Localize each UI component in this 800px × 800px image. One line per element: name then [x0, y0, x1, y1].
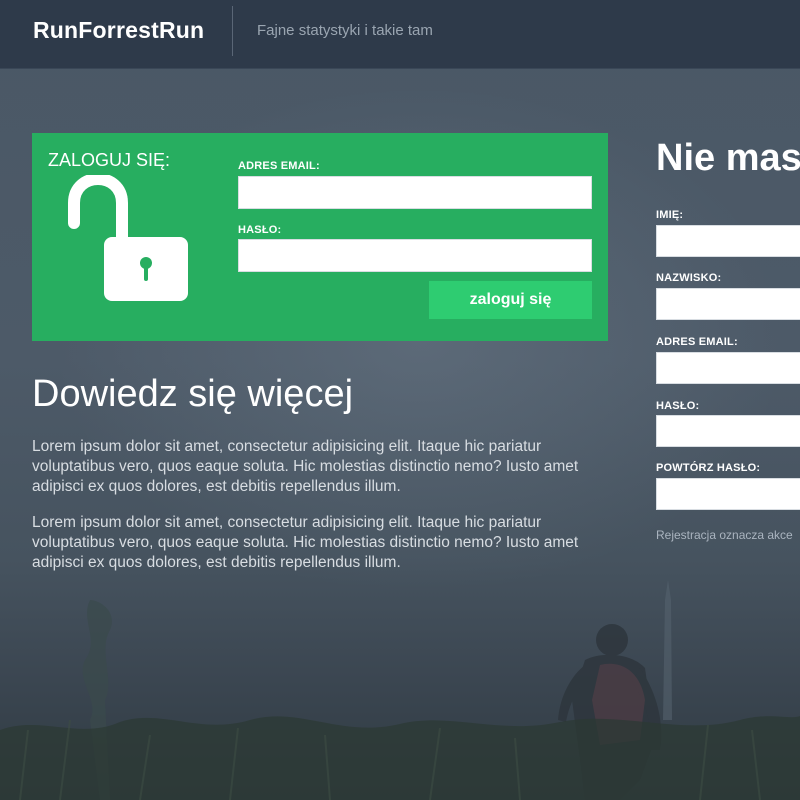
- unlocked-padlock-icon: [68, 175, 188, 301]
- learn-more-heading: Dowiedz się więcej: [32, 373, 354, 415]
- login-password-input[interactable]: [238, 239, 592, 272]
- login-email-label: ADRES EMAIL:: [238, 160, 320, 172]
- register-repeat-password-label: POWTÓRZ HASŁO:: [656, 462, 761, 474]
- login-email-input[interactable]: [238, 176, 592, 209]
- register-email-input[interactable]: [656, 352, 800, 384]
- register-first-name-input[interactable]: [656, 225, 800, 257]
- brand-logo[interactable]: RunForrestRun: [33, 17, 204, 44]
- login-password-label: HASŁO:: [238, 224, 282, 236]
- register-heading: Nie mas: [656, 137, 800, 179]
- register-first-name-label: IMIĘ:: [656, 209, 684, 221]
- register-repeat-password-input[interactable]: [656, 478, 800, 510]
- register-email-label: ADRES EMAIL:: [656, 336, 738, 348]
- register-last-name-input[interactable]: [656, 288, 800, 320]
- login-form: ZALOGUJ SIĘ: ADRES EMAIL: HASŁO: zaloguj…: [32, 133, 608, 341]
- login-submit-button[interactable]: zaloguj się: [429, 281, 592, 319]
- register-terms-note: Rejestracja oznacza akce: [656, 528, 793, 542]
- register-password-input[interactable]: [656, 415, 800, 447]
- learn-more-paragraph-2: Lorem ipsum dolor sit amet, consectetur …: [32, 514, 579, 571]
- navbar-tagline: Fajne statystyki i takie tam: [257, 22, 433, 39]
- login-title: ZALOGUJ SIĘ:: [48, 150, 171, 170]
- navbar-divider: [232, 6, 233, 56]
- learn-more-paragraph-1: Lorem ipsum dolor sit amet, consectetur …: [32, 438, 579, 495]
- register-password-label: HASŁO:: [656, 400, 700, 412]
- register-last-name-label: NAZWISKO:: [656, 272, 722, 284]
- register-form: Nie mas IMIĘ: NAZWISKO: ADRES EMAIL: HAS…: [656, 0, 800, 800]
